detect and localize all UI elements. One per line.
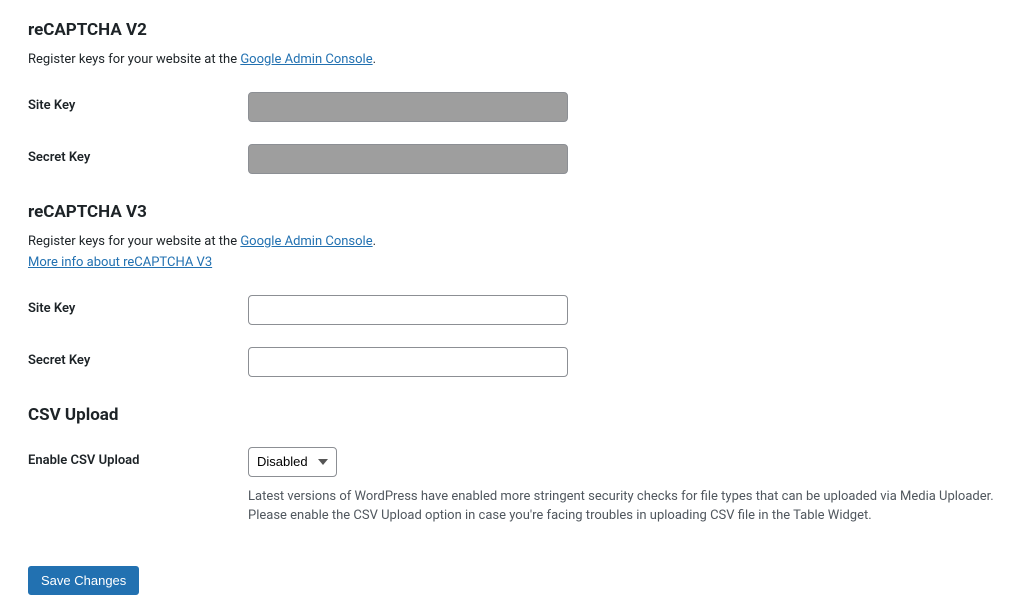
v2-site-key-row: Site Key bbox=[28, 92, 996, 122]
save-changes-button[interactable]: Save Changes bbox=[28, 566, 139, 595]
csv-help-text: Latest versions of WordPress have enable… bbox=[248, 487, 996, 526]
v3-site-key-label: Site Key bbox=[28, 295, 248, 316]
v2-secret-key-row: Secret Key bbox=[28, 144, 996, 174]
recaptcha-v3-section: reCAPTCHA V3 Register keys for your webs… bbox=[28, 202, 996, 377]
v2-secret-key-label: Secret Key bbox=[28, 144, 248, 165]
v3-site-key-row: Site Key bbox=[28, 295, 996, 325]
v2-site-key-label: Site Key bbox=[28, 92, 248, 113]
submit-row: Save Changes bbox=[28, 566, 996, 595]
csv-upload-section: CSV Upload Enable CSV Upload Disabled La… bbox=[28, 405, 996, 526]
csv-enable-row: Enable CSV Upload Disabled Latest versio… bbox=[28, 447, 996, 526]
recaptcha-v3-heading: reCAPTCHA V3 bbox=[28, 202, 996, 222]
google-admin-console-link-v2[interactable]: Google Admin Console bbox=[240, 52, 372, 67]
recaptcha-v3-desc: Register keys for your website at the Go… bbox=[28, 232, 996, 273]
recaptcha-v2-heading: reCAPTCHA V2 bbox=[28, 20, 996, 40]
recaptcha-v3-more-link[interactable]: More info about reCAPTCHA V3 bbox=[28, 253, 212, 273]
recaptcha-v2-desc: Register keys for your website at the Go… bbox=[28, 50, 996, 70]
csv-enable-label: Enable CSV Upload bbox=[28, 447, 248, 468]
csv-upload-heading: CSV Upload bbox=[28, 405, 996, 425]
v2-site-key-input[interactable] bbox=[248, 92, 568, 122]
v3-secret-key-label: Secret Key bbox=[28, 347, 248, 368]
v3-site-key-input[interactable] bbox=[248, 295, 568, 325]
recaptcha-v2-section: reCAPTCHA V2 Register keys for your webs… bbox=[28, 20, 996, 174]
csv-enable-select[interactable]: Disabled bbox=[248, 447, 337, 477]
v3-secret-key-input[interactable] bbox=[248, 347, 568, 377]
google-admin-console-link-v3[interactable]: Google Admin Console bbox=[240, 234, 372, 249]
v2-secret-key-input[interactable] bbox=[248, 144, 568, 174]
v3-secret-key-row: Secret Key bbox=[28, 347, 996, 377]
